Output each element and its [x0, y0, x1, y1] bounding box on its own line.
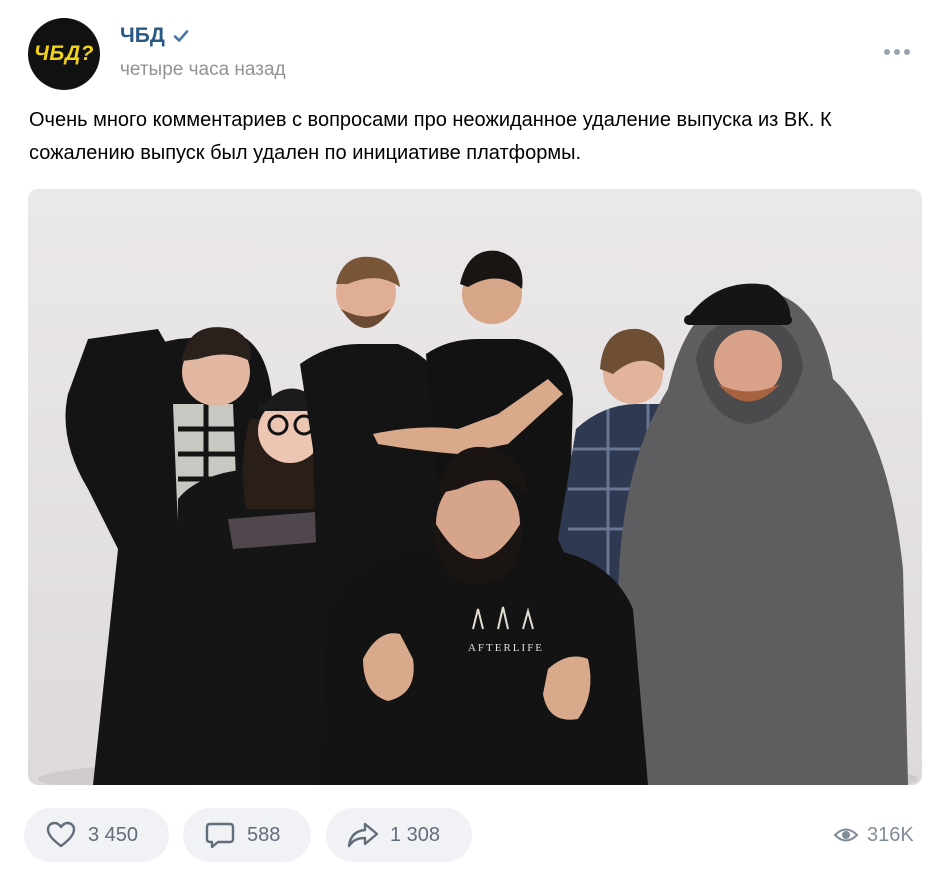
share-icon [347, 822, 379, 848]
verified-icon [173, 30, 189, 42]
shirt-print: AFTERLIFE [468, 642, 544, 654]
like-button[interactable]: 3 450 [24, 808, 169, 862]
avatar-text: ЧБД? [34, 42, 94, 65]
views-icon [833, 828, 859, 842]
share-count: 1 308 [390, 823, 441, 846]
avatar[interactable]: ЧБД? [28, 18, 100, 90]
more-icon [884, 49, 910, 55]
views-counter: 316K [833, 822, 914, 848]
like-count: 3 450 [88, 823, 139, 846]
group-photo-illustration: AFTERLIFE [28, 189, 922, 785]
like-icon [46, 821, 76, 848]
share-button[interactable]: 1 308 [326, 808, 472, 862]
comment-button[interactable]: 588 [183, 808, 311, 862]
more-options-button[interactable] [884, 42, 916, 62]
post-photo[interactable]: AFTERLIFE [28, 189, 922, 785]
comment-count: 588 [247, 823, 281, 846]
post-text: Очень много комментариев с вопросами про… [29, 109, 832, 164]
author-link[interactable]: ЧБД [120, 24, 191, 48]
views-count: 316K [867, 823, 914, 846]
post-timestamp[interactable]: четыре часа назад [120, 59, 286, 81]
comment-icon [205, 822, 235, 849]
author-name: ЧБД [120, 24, 165, 47]
